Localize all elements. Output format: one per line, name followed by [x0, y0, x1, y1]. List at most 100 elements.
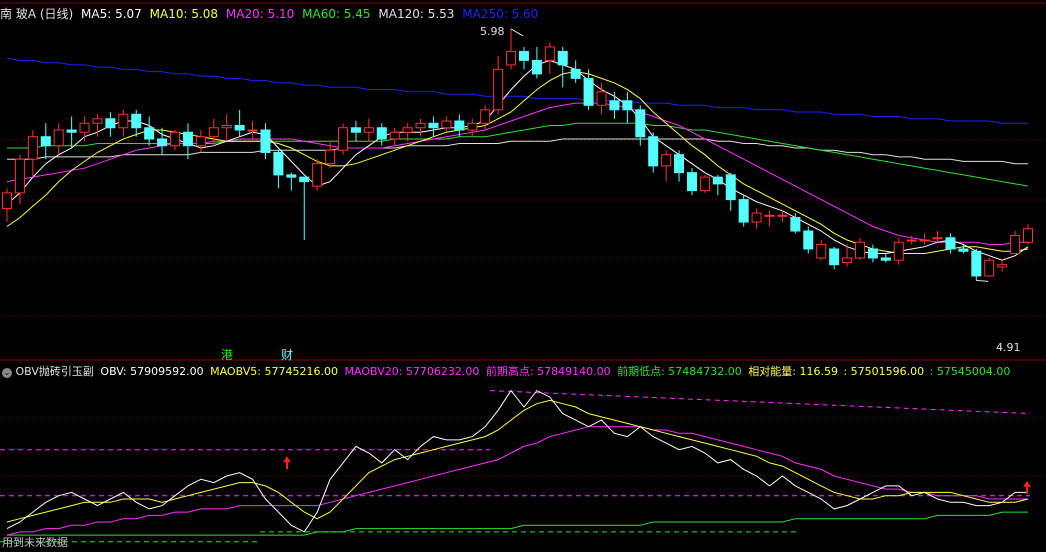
candle[interactable] [997, 260, 1008, 272]
candle[interactable] [2, 188, 12, 223]
candle[interactable] [945, 233, 956, 254]
candle[interactable] [66, 116, 77, 148]
candle[interactable] [829, 246, 840, 270]
ma5-line [6, 59, 1029, 261]
candle-body [945, 237, 956, 250]
candle[interactable] [544, 42, 555, 74]
candle[interactable] [506, 28, 517, 70]
collapse-icon[interactable]: ⌄ [2, 368, 12, 378]
candle[interactable] [118, 109, 129, 137]
candle[interactable] [247, 121, 258, 142]
candle[interactable] [299, 176, 310, 240]
candle[interactable] [234, 109, 245, 137]
candle[interactable] [27, 130, 38, 178]
candle[interactable] [53, 123, 64, 155]
candle[interactable] [712, 174, 723, 196]
candle[interactable] [273, 150, 284, 189]
candle[interactable] [648, 132, 659, 173]
candle[interactable] [350, 121, 361, 142]
maobv5-line [6, 399, 1029, 523]
candle[interactable] [338, 123, 349, 155]
candle-body [428, 122, 439, 129]
candle[interactable] [518, 46, 529, 70]
candle[interactable] [170, 130, 181, 151]
candle-body [389, 131, 400, 140]
candle[interactable] [738, 195, 749, 227]
candle[interactable] [661, 150, 672, 182]
candle[interactable] [144, 116, 155, 146]
candle-body [751, 212, 762, 223]
candle[interactable] [467, 118, 478, 137]
candle[interactable] [622, 91, 633, 124]
ma250-label: MA250: 5.60 [462, 7, 539, 21]
chart-canvas[interactable] [0, 0, 1046, 552]
candle-body [790, 217, 801, 232]
stock-chart-window: 南 玻A (日线) MA5: 5.07 MA10: 5.08 MA20: 5.1… [0, 0, 1046, 552]
candle[interactable] [971, 248, 982, 281]
candle-body [506, 50, 517, 66]
ma5-label: MA5: 5.07 [81, 7, 142, 21]
candle[interactable] [131, 109, 142, 137]
hk-connect-badge[interactable]: 港 [221, 348, 233, 362]
candle-body [674, 154, 685, 174]
candle[interactable] [635, 105, 646, 146]
candle[interactable] [1023, 224, 1033, 245]
candle-body [867, 248, 878, 259]
candle-body [880, 257, 891, 261]
candle[interactable] [221, 114, 232, 142]
candle[interactable] [919, 233, 930, 245]
candle-body [27, 136, 38, 160]
candle[interactable] [686, 168, 697, 196]
candle-body [842, 257, 853, 263]
candle[interactable] [609, 91, 620, 119]
candle[interactable] [363, 118, 374, 142]
candle[interactable] [932, 231, 943, 243]
candle[interactable] [389, 127, 400, 146]
candle[interactable] [376, 123, 387, 146]
candle[interactable] [751, 208, 762, 229]
candle-body [195, 136, 206, 147]
candle[interactable] [454, 114, 465, 137]
candle[interactable] [428, 116, 439, 137]
candle[interactable] [40, 123, 51, 160]
candle[interactable] [984, 257, 995, 277]
candle-body [441, 120, 452, 129]
candle[interactable] [260, 123, 271, 160]
candle[interactable] [893, 237, 904, 265]
candle[interactable] [674, 150, 685, 182]
candle[interactable] [803, 226, 814, 254]
candle-body [596, 91, 607, 106]
candle[interactable] [14, 154, 25, 205]
candle[interactable] [79, 116, 90, 142]
candle[interactable] [699, 174, 710, 193]
candle[interactable] [1010, 231, 1021, 254]
candle[interactable] [880, 253, 891, 263]
candle[interactable] [195, 130, 206, 153]
candle-body [454, 120, 465, 131]
stock-title: 南 玻A (日线) [0, 7, 74, 21]
candle-body [493, 68, 504, 111]
candle-body [208, 127, 219, 138]
candle[interactable] [557, 46, 568, 88]
candle[interactable] [570, 60, 581, 83]
candle-body [325, 149, 336, 165]
candle-body [467, 122, 478, 131]
candle-body [764, 214, 775, 217]
candle[interactable] [531, 46, 542, 79]
candle[interactable] [105, 112, 116, 137]
candle[interactable] [286, 172, 297, 191]
candle-body [402, 127, 413, 133]
candle[interactable] [441, 116, 452, 133]
candle-body [247, 129, 258, 132]
candle[interactable] [312, 159, 323, 191]
candle[interactable] [415, 118, 426, 137]
candle-body [777, 214, 788, 217]
candle[interactable] [854, 237, 865, 261]
candle[interactable] [493, 55, 504, 115]
candle[interactable] [725, 172, 736, 211]
candle[interactable] [816, 240, 827, 261]
candle-body [480, 109, 491, 124]
candle[interactable] [764, 210, 775, 227]
candle[interactable] [867, 244, 878, 263]
financial-report-badge[interactable]: 财 [281, 348, 293, 362]
